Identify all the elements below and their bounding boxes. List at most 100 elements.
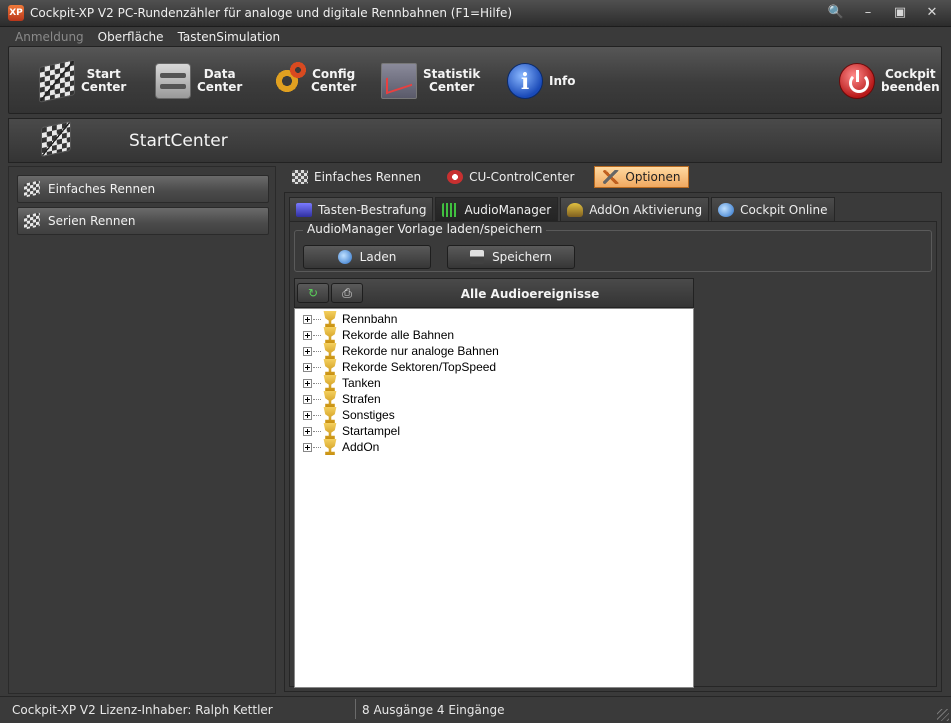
tab-audiomanager[interactable]: AudioManager [435,197,559,221]
audiomanager-panel: AudioManager Vorlage laden/speichern Lad… [289,221,937,688]
server-icon [155,63,191,99]
tree-node[interactable]: Rennbahn [303,311,397,327]
tab-label: AddOn Aktivierung [589,202,703,217]
status-divider [355,699,356,719]
cockpit-beenden-button[interactable]: Cockpit beenden [839,55,940,107]
sidebar: Einfaches Rennen Serien Rennen [8,166,276,694]
trophy-icon [323,359,337,375]
data-center-button[interactable]: Data Center [155,55,242,107]
tab-label: AudioManager [464,202,552,217]
tree-node-label: Rekorde Sektoren/TopSpeed [342,360,497,374]
window-title: Cockpit-XP V2 PC-Rundenzähler für analog… [30,6,513,20]
tree-node[interactable]: Rekorde nur analoge Bahnen [303,343,499,359]
sidebar-item-serien-rennen[interactable]: Serien Rennen [17,207,269,235]
status-bar: Cockpit-XP V2 Lizenz-Inhaber: Ralph Kett… [0,696,951,723]
tab-cockpit-online[interactable]: Cockpit Online [711,197,835,221]
expand-icon[interactable] [303,394,312,404]
tree-header: ↻ ⎙ Alle Audioereignisse [294,278,694,308]
trophy-icon [323,375,337,391]
load-label: Laden [359,250,397,264]
data-center-label: Data Center [197,67,243,94]
load-button[interactable]: Laden [303,245,431,269]
start-center-label: Start Center [81,67,127,94]
tab-label: Einfaches Rennen [314,170,422,184]
expand-icon[interactable] [303,442,312,452]
top-tabs: Einfaches Rennen CU-ControlCenter Option… [286,166,690,188]
tree-node[interactable]: Rekorde alle Bahnen [303,327,454,343]
refresh-button[interactable]: ↻ [297,283,329,303]
trophy-icon [323,407,337,423]
expand-icon[interactable] [303,362,312,372]
tree-node[interactable]: Startampel [303,423,400,439]
tree-node[interactable]: Strafen [303,391,381,407]
cockpit-beenden-label: Cockpit beenden [881,67,940,94]
checkered-flag-icon [292,170,308,184]
menu-tastensimulation[interactable]: TastenSimulation [171,30,288,44]
checkered-flag-icon [24,180,40,198]
template-group: AudioManager Vorlage laden/speichern Lad… [294,222,932,272]
trophy-icon [323,391,337,407]
control-unit-icon [447,170,464,184]
expand-icon[interactable] [303,378,312,388]
trophy-icon [323,343,337,359]
tree-node[interactable]: Tanken [303,375,381,391]
tab-einfaches-rennen[interactable]: Einfaches Rennen [286,166,427,188]
main-content: Einfaches Rennen CU-ControlCenter Option… [278,166,942,694]
tree-node-label: Strafen [342,392,381,406]
print-button[interactable]: ⎙ [331,283,363,303]
minimize-button[interactable]: – [859,4,877,22]
page-header: StartCenter [8,118,942,163]
printer-icon: ⎙ [342,285,352,300]
expand-icon[interactable] [303,346,312,356]
main-toolbar: Start Center Data Center Config Center S… [8,46,942,114]
trophy-icon [323,423,337,439]
checkered-flag-icon [41,120,71,158]
info-icon: i [507,63,543,99]
tree-node-label: Rekorde alle Bahnen [342,328,455,342]
tab-optionen[interactable]: Optionen [594,166,690,188]
tree-node[interactable]: Sonstiges [303,407,395,423]
checkered-flag-icon [24,212,40,230]
info-label: Info [549,73,576,88]
group-title: AudioManager Vorlage laden/speichern [303,222,547,236]
statistik-center-button[interactable]: Statistik Center [381,55,480,107]
addon-icon [567,202,584,217]
power-icon [839,63,875,99]
menu-anmeldung[interactable]: Anmeldung [8,30,91,44]
info-button[interactable]: i Info [507,55,575,107]
tree-node[interactable]: Rekorde Sektoren/TopSpeed [303,359,496,375]
expand-icon[interactable] [303,330,312,340]
tab-cu-controlcenter[interactable]: CU-ControlCenter [441,166,580,188]
audio-events-tree[interactable]: Rennbahn Rekorde alle Bahnen Rekorde nur… [294,308,694,688]
tab-tasten-bestrafung[interactable]: Tasten-Bestrafung [289,197,434,221]
tab-addon-aktivierung[interactable]: AddOn Aktivierung [560,197,710,221]
trophy-icon [323,439,337,455]
options-subtabs: Tasten-Bestrafung AudioManager AddOn Akt… [289,197,835,221]
expand-icon[interactable] [303,426,312,436]
app-icon: XP [8,5,24,21]
expand-icon[interactable] [303,410,312,420]
page-title: StartCenter [129,131,228,151]
sidebar-item-label: Serien Rennen [48,214,136,228]
tree-node-label: Rennbahn [342,312,398,326]
sidebar-item-label: Einfaches Rennen [48,182,156,196]
sidebar-item-einfaches-rennen[interactable]: Einfaches Rennen [17,175,269,203]
config-center-button[interactable]: Config Center [269,55,356,107]
search-icon[interactable]: 🔍 [827,4,845,22]
tab-label: Optionen [625,170,681,184]
window-controls: 🔍 – ▣ ✕ [827,4,941,22]
start-center-button[interactable]: Start Center [39,55,126,107]
tab-label: CU-ControlCenter [469,170,575,184]
statistik-center-label: Statistik Center [423,67,481,94]
load-icon [337,250,352,264]
close-button[interactable]: ✕ [923,4,941,22]
maximize-button[interactable]: ▣ [891,4,909,22]
globe-icon [718,202,735,217]
tree-node[interactable]: AddOn [303,439,379,455]
expand-icon[interactable] [303,314,312,324]
trophy-icon [323,311,337,327]
resize-grip-icon[interactable] [937,709,949,721]
menu-oberflaeche[interactable]: Oberfläche [91,30,171,44]
tree-node-label: Sonstiges [342,408,395,422]
save-button[interactable]: Speichern [447,245,575,269]
